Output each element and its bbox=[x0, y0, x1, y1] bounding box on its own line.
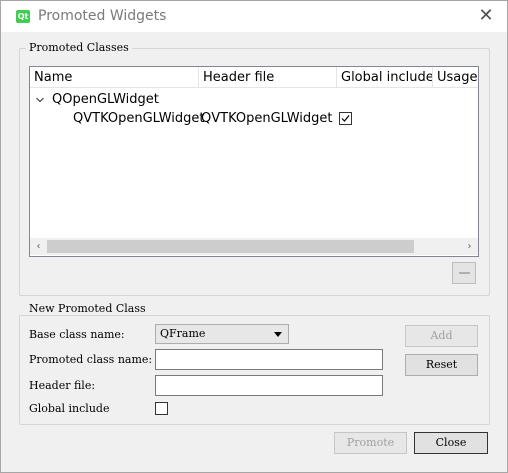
qt-app-icon: Qt bbox=[16, 10, 30, 23]
promoted-classes-tree[interactable]: Name Header file Global include Usage QO… bbox=[29, 66, 479, 257]
tree-item-global-include-checkbox[interactable] bbox=[339, 112, 352, 125]
close-button[interactable]: Close bbox=[414, 432, 488, 454]
reset-button[interactable]: Reset bbox=[405, 354, 478, 376]
promoted-classes-title: Promoted Classes bbox=[26, 41, 132, 54]
global-include-label: Global include bbox=[29, 402, 110, 415]
column-header-header-file[interactable]: Header file bbox=[199, 67, 337, 88]
scroll-left-icon[interactable]: ‹ bbox=[33, 241, 44, 252]
horizontal-scrollbar[interactable]: ‹ › bbox=[30, 238, 478, 255]
add-button[interactable]: Add bbox=[405, 325, 478, 347]
column-header-name[interactable]: Name bbox=[30, 67, 199, 88]
header-file-label: Header file: bbox=[29, 379, 96, 392]
title-bar: Qt Promoted Widgets ✕ bbox=[1, 1, 507, 32]
base-class-value: QFrame bbox=[160, 327, 206, 340]
column-header-global-include[interactable]: Global include bbox=[337, 67, 433, 88]
base-class-combo[interactable]: QFrame bbox=[155, 324, 289, 344]
scrollbar-thumb[interactable] bbox=[47, 240, 414, 253]
minus-icon bbox=[459, 272, 470, 274]
remove-promoted-class-button[interactable] bbox=[452, 262, 476, 284]
global-include-checkbox[interactable] bbox=[155, 402, 168, 415]
window-title: Promoted Widgets bbox=[38, 8, 167, 24]
tree-item-base-class[interactable]: QOpenGLWidget bbox=[52, 92, 159, 107]
promoted-class-name-input[interactable] bbox=[155, 349, 383, 370]
new-promoted-class-title: New Promoted Class bbox=[26, 302, 149, 315]
promote-button[interactable]: Promote bbox=[334, 432, 407, 454]
close-window-icon[interactable]: ✕ bbox=[475, 6, 497, 26]
tree-item-header-file[interactable]: QVTKOpenGLWidget.h bbox=[201, 111, 334, 126]
chevron-down-icon[interactable] bbox=[36, 96, 44, 104]
checkmark-icon bbox=[341, 115, 350, 122]
header-file-input[interactable] bbox=[155, 375, 383, 396]
dropdown-arrow-icon bbox=[274, 332, 282, 337]
base-class-label: Base class name: bbox=[29, 328, 125, 341]
tree-item-promoted-name[interactable]: QVTKOpenGLWidget bbox=[73, 111, 205, 126]
scroll-right-icon[interactable]: › bbox=[464, 241, 475, 252]
column-header-usage[interactable]: Usage bbox=[433, 67, 478, 88]
promoted-class-name-label: Promoted class name: bbox=[29, 353, 153, 366]
